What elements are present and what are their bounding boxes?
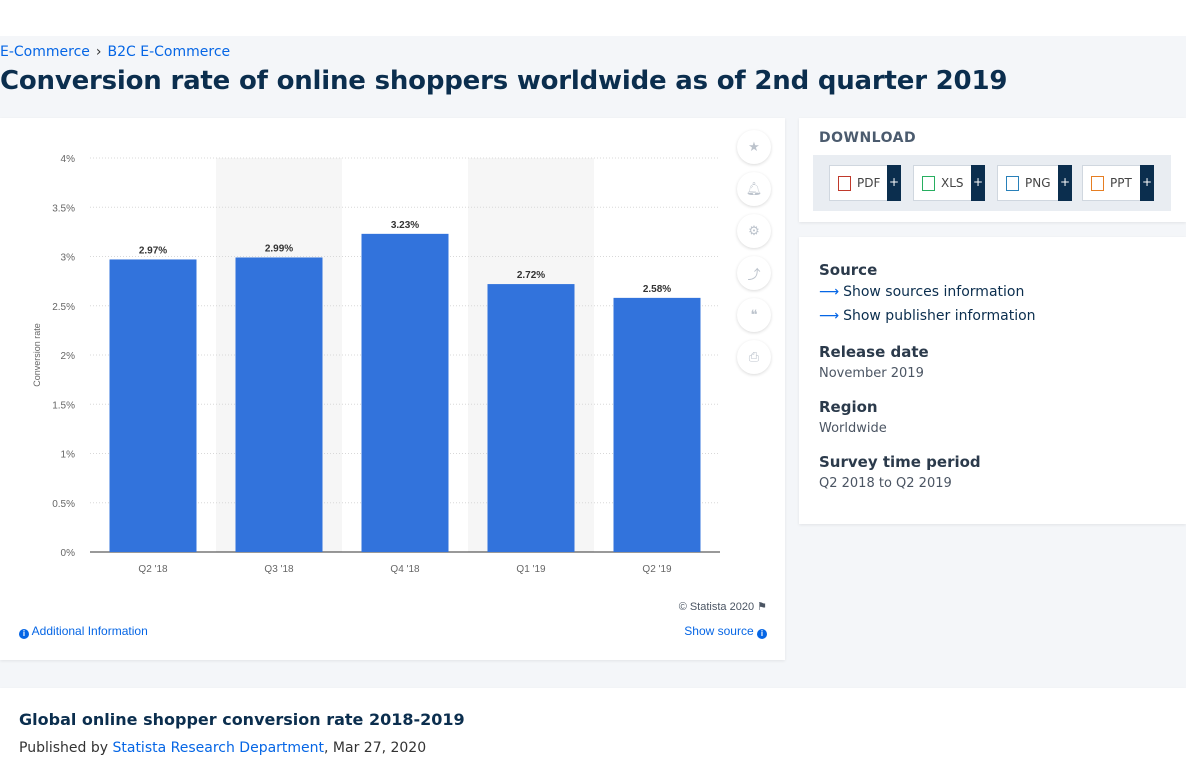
settings-gear-icon[interactable]: ⚙	[737, 214, 771, 248]
bar	[235, 257, 323, 552]
download-title: DOWNLOAD	[819, 130, 917, 146]
release-date-value: November 2019	[819, 366, 924, 381]
additional-information-label: Additional Information	[31, 624, 148, 638]
x-tick-label: Q3 '18	[264, 564, 294, 575]
xls-file-icon	[922, 175, 935, 191]
favorite-star-icon[interactable]: ★	[737, 130, 771, 164]
y-tick-label: 3%	[61, 253, 76, 264]
arrow-right-icon: ⟶	[819, 308, 840, 324]
published-by-label: Published by	[19, 740, 109, 756]
page-title: Conversion rate of online shoppers world…	[0, 66, 1008, 96]
x-tick-label: Q4 '18	[390, 564, 420, 575]
y-tick-label: 0%	[61, 548, 76, 559]
y-tick-label: 0.5%	[52, 499, 75, 510]
chart-card: 0% 0.5% 1% 1.5% 2% 2.5% 3% 3.5% 4% 2.97% Q2 '18 2.9…	[0, 118, 785, 660]
statistic-summary-card: Global online shopper conversion rate 20…	[0, 688, 1186, 760]
download-card: DOWNLOAD PDF + XLS + PNG + PPT +	[799, 118, 1186, 222]
region-heading: Region	[819, 398, 878, 416]
survey-period-heading: Survey time period	[819, 453, 981, 471]
pdf-file-icon	[838, 175, 851, 191]
x-tick-label: Q2 '19	[642, 564, 672, 575]
show-sources-link[interactable]: ⟶ Show sources information	[819, 284, 1024, 300]
download-xls-button[interactable]: XLS +	[913, 165, 985, 201]
data-label: 2.99%	[265, 243, 293, 254]
plus-icon: +	[887, 165, 901, 201]
png-file-icon	[1006, 175, 1019, 191]
x-tick-label: Q1 '19	[516, 564, 546, 575]
published-by: Published by Statista Research Departmen…	[19, 740, 426, 756]
info-icon: i	[19, 629, 29, 639]
download-pdf-button[interactable]: PDF +	[829, 165, 901, 201]
x-tick-label: Q2 '18	[138, 564, 168, 575]
y-tick-label: 1.5%	[52, 400, 75, 411]
download-bar: PDF + XLS + PNG + PPT +	[813, 155, 1171, 211]
source-card: Source ⟶ Show sources information ⟶ Show p…	[799, 237, 1186, 524]
region-value: Worldwide	[819, 421, 887, 436]
download-png-button[interactable]: PNG +	[997, 165, 1072, 201]
breadcrumb-b2c-ecommerce[interactable]: B2C E-Commerce	[108, 44, 231, 60]
download-pdf-label: PDF	[857, 176, 881, 190]
data-label: 3.23%	[391, 220, 419, 231]
breadcrumb-ecommerce[interactable]: E-Commerce	[0, 44, 90, 60]
data-label: 2.72%	[517, 270, 545, 281]
copyright-note: © Statista 2020 ⚑	[679, 600, 767, 613]
bar	[613, 297, 701, 552]
additional-information-link[interactable]: i Additional Information	[19, 624, 148, 639]
y-tick-label: 4%	[61, 154, 76, 165]
plus-icon: +	[971, 165, 985, 201]
y-tick-label: 1%	[61, 450, 76, 461]
y-axis-label: Conversion rate	[32, 323, 42, 387]
info-icon: i	[757, 629, 767, 639]
bar-chart: 0% 0.5% 1% 1.5% 2% 2.5% 3% 3.5% 4% 2.97% Q2 '18 2.9…	[32, 154, 720, 575]
show-publisher-link[interactable]: ⟶ Show publisher information	[819, 308, 1036, 324]
data-label: 2.97%	[139, 245, 167, 256]
data-label: 2.58%	[643, 284, 671, 295]
download-ppt-label: PPT	[1110, 176, 1132, 190]
y-tick-label: 2%	[61, 351, 76, 362]
download-ppt-button[interactable]: PPT +	[1082, 165, 1154, 201]
y-tick-label: 2.5%	[52, 302, 75, 313]
y-tick-label: 3.5%	[52, 203, 75, 214]
publisher-link[interactable]: Statista Research Department	[112, 740, 324, 756]
show-source-label: Show source	[684, 624, 754, 638]
show-publisher-label: Show publisher information	[843, 308, 1036, 324]
copyright-text: © Statista 2020	[678, 601, 755, 613]
top-bar	[0, 0, 1186, 36]
ppt-file-icon	[1091, 175, 1104, 191]
flag-icon[interactable]: ⚑	[757, 601, 767, 613]
download-xls-label: XLS	[941, 176, 964, 190]
download-png-label: PNG	[1025, 176, 1051, 190]
breadcrumb: E-Commerce › B2C E-Commerce	[0, 44, 230, 60]
show-source-link[interactable]: Show source i	[684, 624, 767, 639]
arrow-right-icon: ⟶	[819, 284, 840, 300]
bar	[487, 284, 575, 552]
bar	[109, 259, 197, 552]
publish-date: , Mar 27, 2020	[324, 740, 427, 756]
print-icon[interactable]: ⎙	[737, 340, 771, 374]
plus-icon: +	[1058, 165, 1072, 201]
quote-icon[interactable]: ❝	[737, 298, 771, 332]
source-heading: Source	[819, 261, 878, 279]
chart-tools: ★ 🔔︎ ⚙ ⤴ ❝ ⎙	[737, 130, 773, 382]
breadcrumb-separator: ›	[95, 44, 102, 60]
notification-bell-icon[interactable]: 🔔︎	[737, 172, 771, 206]
survey-period-value: Q2 2018 to Q2 2019	[819, 476, 952, 491]
share-icon[interactable]: ⤴	[737, 256, 771, 290]
statistic-title: Global online shopper conversion rate 20…	[19, 710, 465, 729]
bar	[361, 233, 449, 552]
show-sources-label: Show sources information	[843, 284, 1025, 300]
plus-icon: +	[1140, 165, 1154, 201]
release-date-heading: Release date	[819, 343, 929, 361]
